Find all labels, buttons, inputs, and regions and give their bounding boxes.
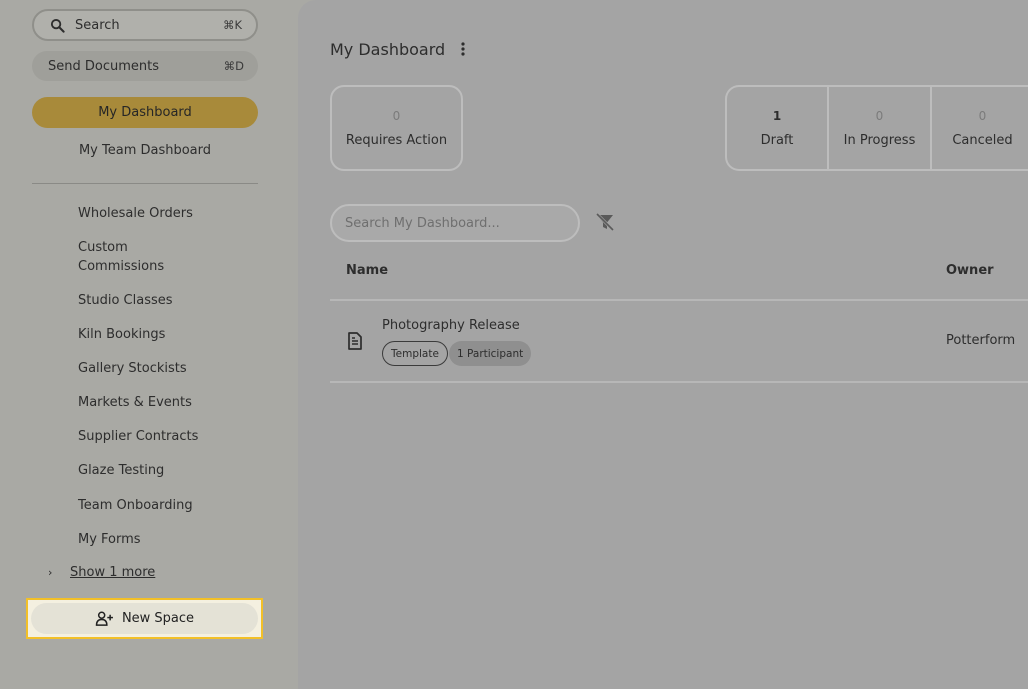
column-header-owner[interactable]: Owner (946, 263, 994, 278)
canceled-card[interactable]: 0 Canceled (930, 87, 1028, 169)
send-documents-shortcut: ⌘D (223, 59, 244, 73)
search-icon (50, 18, 65, 33)
nav-my-team-dashboard[interactable]: My Team Dashboard (32, 143, 258, 158)
add-user-icon (95, 611, 113, 626)
draft-card[interactable]: 1 Draft (727, 87, 827, 169)
space-item-kiln-bookings[interactable]: Kiln Bookings (78, 325, 208, 344)
new-space-button[interactable]: New Space (31, 603, 258, 634)
table-row[interactable]: Photography Release Template 1 Participa… (330, 301, 1028, 381)
canceled-count: 0 (978, 108, 987, 123)
space-item-team-onboarding[interactable]: Team Onboarding (78, 496, 208, 515)
requires-action-count: 0 (392, 108, 401, 123)
in-progress-label: In Progress (843, 132, 916, 148)
search-button[interactable]: Search ⌘K (32, 9, 258, 41)
requires-action-card[interactable]: 0 Requires Action (330, 85, 463, 171)
dashboard-search-input[interactable] (330, 204, 580, 242)
canceled-label: Canceled (952, 132, 1013, 148)
space-item-my-forms[interactable]: My Forms (78, 530, 208, 549)
show-more-button[interactable]: › Show 1 more (48, 565, 155, 580)
participant-badge: 1 Participant (449, 341, 532, 366)
status-card-group: 1 Draft 0 In Progress 0 Canceled (725, 85, 1028, 171)
template-badge: Template (382, 341, 448, 366)
page-title: My Dashboard (330, 40, 446, 59)
draft-label: Draft (760, 132, 794, 148)
nav-my-dashboard[interactable]: My Dashboard (32, 97, 258, 128)
document-icon (348, 332, 362, 350)
search-shortcut: ⌘K (222, 18, 242, 32)
space-item-gallery-stockists[interactable]: Gallery Stockists (78, 359, 208, 378)
send-documents-button[interactable]: Send Documents ⌘D (32, 51, 258, 81)
space-item-studio-classes[interactable]: Studio Classes (78, 291, 208, 310)
show-more-label: Show 1 more (70, 565, 156, 580)
owner-cell: Potterform (946, 333, 1016, 348)
main-content: My Dashboard 0 Requires Action 1 Draft 0… (298, 0, 1028, 689)
in-progress-card[interactable]: 0 In Progress (827, 87, 930, 169)
more-options-icon[interactable] (458, 41, 468, 57)
space-item-markets-events[interactable]: Markets & Events (78, 393, 208, 412)
sidebar: Search ⌘K Send Documents ⌘D My Dashboard… (0, 0, 298, 689)
chevron-right-icon: › (48, 566, 53, 579)
clear-filter-icon[interactable] (594, 211, 616, 233)
table-row-divider (330, 381, 1028, 383)
sidebar-divider (32, 183, 258, 184)
space-item-supplier-contracts[interactable]: Supplier Contracts (78, 427, 208, 446)
column-header-name[interactable]: Name (346, 263, 388, 278)
draft-count: 1 (772, 108, 782, 123)
new-space-label: New Space (121, 611, 195, 626)
space-item-glaze-testing[interactable]: Glaze Testing (78, 461, 208, 480)
search-label: Search (75, 17, 120, 33)
space-item-custom-commissions[interactable]: Custom Commissions (78, 238, 188, 276)
document-title[interactable]: Photography Release (382, 318, 520, 333)
new-space-highlight: New Space (26, 598, 263, 639)
in-progress-count: 0 (875, 108, 884, 123)
requires-action-label: Requires Action (345, 132, 448, 148)
space-item-wholesale-orders[interactable]: Wholesale Orders (78, 204, 208, 223)
send-documents-label: Send Documents (48, 58, 159, 74)
